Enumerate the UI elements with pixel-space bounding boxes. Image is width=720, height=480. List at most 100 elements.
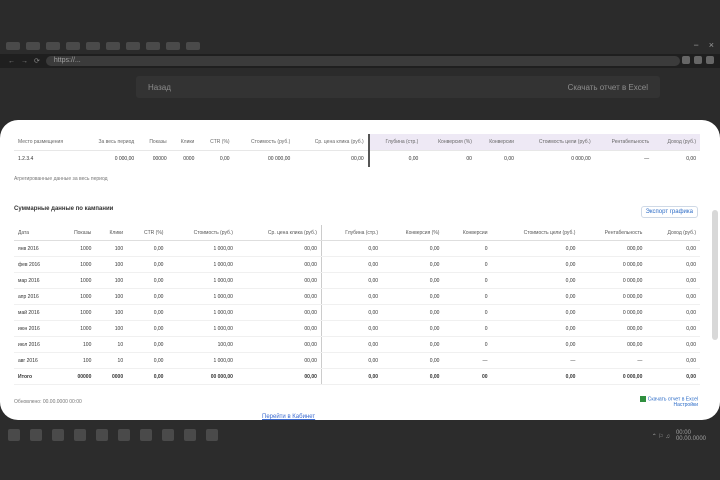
table-cell: мар 2016	[14, 272, 59, 289]
minimize-icon[interactable]: −	[693, 40, 698, 50]
column-header[interactable]: Показы	[138, 134, 171, 151]
table-cell: 0,00	[646, 320, 700, 337]
window-controls: − ×	[693, 40, 714, 50]
column-header[interactable]: Конверсии	[475, 134, 518, 151]
app-icon[interactable]	[206, 429, 218, 441]
table-row: 1.2.3.4 0 000,00 00000 0000 0,00 00 000,…	[14, 150, 700, 167]
back-link[interactable]: Назад	[148, 83, 171, 92]
table-cell: 0,00	[382, 368, 444, 385]
table-cell: 0 000,00	[579, 304, 647, 321]
app-icon[interactable]	[96, 429, 108, 441]
column-header[interactable]: CTR (%)	[198, 134, 234, 151]
settings-link[interactable]: Настройки	[640, 402, 698, 408]
bookmark-icon[interactable]	[6, 42, 20, 50]
column-header[interactable]: Рентабельность	[594, 134, 654, 151]
table-cell: 0 000,00	[579, 288, 647, 305]
column-header[interactable]: Клики	[95, 225, 128, 241]
table-cell: 0	[443, 320, 492, 337]
url-field[interactable]: https://...	[45, 56, 680, 66]
bookmark-icon[interactable]	[126, 42, 140, 50]
table-cell: 0,00	[320, 256, 383, 273]
search-icon[interactable]	[30, 429, 42, 441]
back-icon[interactable]: ←	[8, 58, 15, 65]
app-icon[interactable]	[162, 429, 174, 441]
column-header[interactable]: Показы	[58, 225, 96, 241]
table-cell: 100	[58, 336, 96, 353]
table-cell: 1 000,00	[167, 288, 237, 305]
table-cell: 0,00	[382, 288, 444, 305]
column-header[interactable]: Конверсия (%)	[382, 225, 444, 241]
address-bar: ← → ⟳ https://...	[0, 54, 720, 68]
bookmark-icon[interactable]	[186, 42, 200, 50]
column-header[interactable]: Стоимость цели (руб.)	[517, 134, 595, 151]
start-icon[interactable]	[8, 429, 20, 441]
scrollbar[interactable]	[712, 210, 718, 340]
column-header[interactable]: Конверсия (%)	[422, 134, 476, 151]
app-icon[interactable]	[184, 429, 196, 441]
table-cell: 0,00	[382, 304, 444, 321]
column-header[interactable]: Клики	[170, 134, 199, 151]
column-header[interactable]: Место размещения	[14, 134, 83, 151]
extension-icon[interactable]	[694, 56, 702, 64]
table-row: апр 2016 1000 100 0,00 1 000,00 00,00 0,…	[14, 288, 700, 305]
close-icon[interactable]: ×	[709, 40, 714, 50]
aggregate-link[interactable]: Агрегированные данные за весь период	[14, 176, 108, 182]
table-cell: 0,00	[127, 336, 168, 353]
table-cell: —	[443, 352, 492, 369]
extension-icons	[682, 56, 714, 64]
table-cell: май 2016	[14, 304, 59, 321]
forward-icon[interactable]: →	[21, 58, 28, 65]
table-cell: 0	[443, 304, 492, 321]
task-view-icon[interactable]	[52, 429, 64, 441]
export-link[interactable]: Скачать отчет в Excel	[568, 83, 648, 92]
table-row: авг 2016 100 10 0,00 1 000,00 00,00 0,00…	[14, 352, 700, 369]
bookmark-icon[interactable]	[66, 42, 80, 50]
column-header[interactable]: Стоимость цели (руб.)	[491, 225, 580, 241]
column-header[interactable]: Ср. цена клика (руб.)	[236, 225, 322, 241]
bookmark-icon[interactable]	[106, 42, 120, 50]
app-icon[interactable]	[140, 429, 152, 441]
column-header[interactable]: Глубина (стр.)	[320, 225, 383, 241]
table-cell: 00	[466, 156, 472, 162]
table-cell: 0,00	[127, 288, 168, 305]
bookmark-icon[interactable]	[146, 42, 160, 50]
bookmark-icon[interactable]	[26, 42, 40, 50]
table-cell: 100	[95, 240, 128, 257]
column-header[interactable]: Рентабельность	[579, 225, 647, 241]
clock-date[interactable]: 00.00.0000	[676, 436, 706, 442]
app-icon[interactable]	[118, 429, 130, 441]
table-cell: —	[579, 352, 647, 369]
bookmark-icon[interactable]	[46, 42, 60, 50]
table-cell: 0,00	[382, 336, 444, 353]
table-cell: 0,00	[491, 320, 580, 337]
table-cell: 1 000,00	[167, 240, 237, 257]
table-cell: 00,00	[351, 156, 364, 162]
table-cell: 1 000,00	[167, 304, 237, 321]
column-header[interactable]: Глубина (стр.)	[367, 134, 423, 151]
column-header[interactable]: Ср. цена клика (руб.)	[294, 134, 369, 151]
table-cell: 00,00	[236, 368, 322, 385]
column-header[interactable]: Дата	[14, 225, 59, 241]
column-header[interactable]: CTR (%)	[127, 225, 168, 241]
column-header[interactable]: Доход (руб.)	[653, 134, 700, 151]
bookmark-icon[interactable]	[86, 42, 100, 50]
reload-icon[interactable]: ⟳	[34, 57, 40, 65]
column-header[interactable]: Доход (руб.)	[646, 225, 700, 241]
column-header[interactable]: Стоимость (руб.)	[167, 225, 237, 241]
bookmark-icon[interactable]	[166, 42, 180, 50]
export-chart-button[interactable]: Экспорт графика	[640, 206, 698, 218]
star-icon[interactable]	[682, 56, 690, 64]
table-cell: 1.2.3.4	[18, 156, 34, 162]
menu-icon[interactable]	[706, 56, 714, 64]
summary-table: Дата Показы Клики CTR (%) Стоимость (руб…	[14, 225, 700, 385]
column-header[interactable]: Конверсии	[443, 225, 492, 241]
tray-icons[interactable]: ⌃ ⚐ ♫	[652, 433, 670, 440]
table-cell: 0,00	[219, 156, 230, 162]
app-icon[interactable]	[74, 429, 86, 441]
table-cell: 1 000,00	[167, 272, 237, 289]
column-header[interactable]: Стоимость (руб.)	[233, 134, 295, 151]
browser-chrome: − × ← → ⟳ https://... Назад Скачать отче…	[0, 0, 720, 120]
table-cell: 0,00	[491, 304, 580, 321]
column-header[interactable]: За весь период	[82, 134, 139, 151]
table-cell: 0	[443, 272, 492, 289]
